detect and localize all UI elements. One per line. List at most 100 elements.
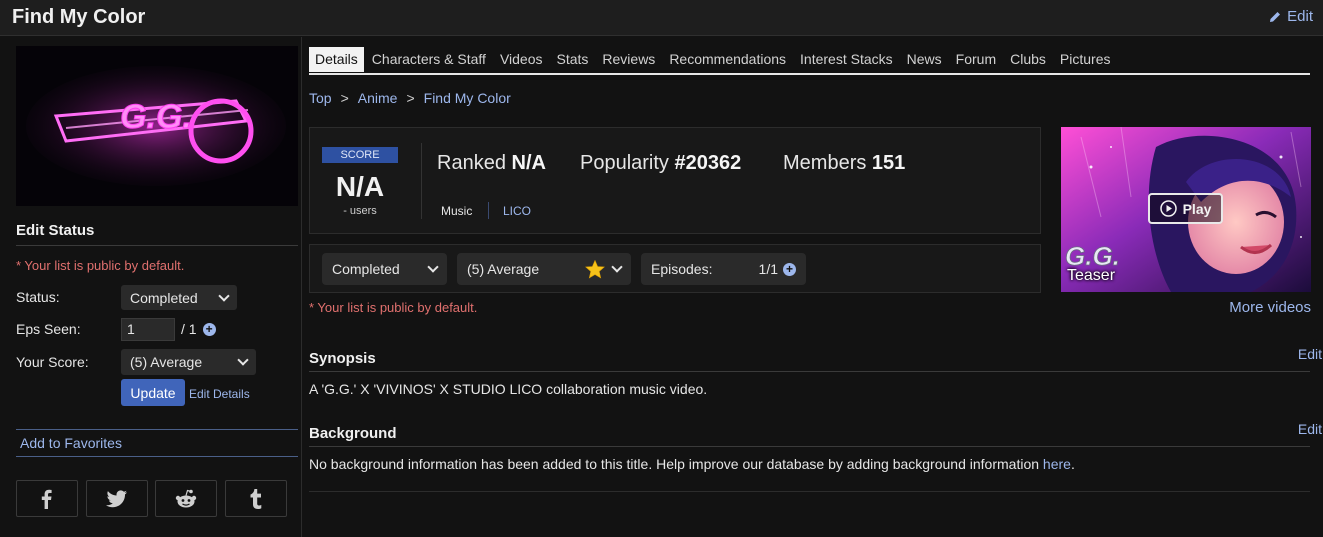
play-button[interactable]: Play <box>1148 193 1223 224</box>
tab-interest-stacks[interactable]: Interest Stacks <box>794 47 899 72</box>
type-music: Music <box>441 204 473 218</box>
chevron-down-icon <box>427 261 439 273</box>
play-icon <box>1159 200 1177 217</box>
divider <box>309 491 1310 492</box>
status-dropdown[interactable]: Completed <box>322 253 447 285</box>
title-bar: Find My Color Edit <box>0 0 1323 36</box>
reddit-icon <box>175 489 197 507</box>
members-value: 151 <box>871 152 906 174</box>
chevron-down-icon <box>611 261 623 273</box>
video-caption: Teaser <box>1067 267 1116 284</box>
edit-status-heading: Edit Status <box>16 222 298 246</box>
edit-background-link[interactable]: Edit <box>1298 421 1322 437</box>
add-to-favorites-link[interactable]: Add to Favorites <box>16 429 298 457</box>
increment-episode-icon[interactable]: + <box>783 262 796 276</box>
eps-total-value: / 1 <box>181 321 197 337</box>
reddit-share-button[interactable] <box>155 480 217 517</box>
meta-divider <box>488 202 489 219</box>
chevron-down-icon <box>237 354 249 366</box>
add-background-link[interactable]: here <box>1043 456 1071 472</box>
public-list-note-main: * Your list is public by default. <box>309 300 478 315</box>
play-label: Play <box>1182 200 1212 217</box>
eps-seen-label: Eps Seen: <box>16 321 81 337</box>
video-thumbnail[interactable]: G.G. Play Teaser <box>1061 127 1311 292</box>
edit-title-label: Edit <box>1287 8 1313 25</box>
status-select-value: Completed <box>130 289 198 306</box>
left-sidebar: G.G. Edit Status * Your list is public b… <box>0 37 302 537</box>
members-label: Members <box>783 152 867 174</box>
score-users: - users <box>343 205 377 217</box>
tab-forum[interactable]: Forum <box>950 47 1002 72</box>
tab-stats[interactable]: Stats <box>551 47 595 72</box>
breadcrumb-top[interactable]: Top <box>309 90 332 106</box>
tab-details[interactable]: Details <box>309 47 364 72</box>
breadcrumb-current[interactable]: Find My Color <box>424 90 511 106</box>
tab-videos[interactable]: Videos <box>494 47 549 72</box>
status-label: Status: <box>16 289 60 305</box>
tab-characters-staff[interactable]: Characters & Staff <box>366 47 492 72</box>
chevron-down-icon <box>218 289 230 302</box>
tab-clubs[interactable]: Clubs <box>1004 47 1052 72</box>
facebook-icon <box>41 489 52 509</box>
score-badge: SCORE <box>322 147 398 163</box>
background-heading-label: Background <box>309 425 397 442</box>
breadcrumb-separator: > <box>340 90 349 106</box>
episodes-value: 1/1 <box>758 261 778 277</box>
status-select[interactable]: Completed <box>121 285 237 310</box>
update-button[interactable]: Update <box>121 379 185 406</box>
twitter-share-button[interactable] <box>86 480 148 517</box>
synopsis-heading-label: Synopsis <box>309 350 376 367</box>
tab-recommendations[interactable]: Recommendations <box>663 47 792 72</box>
background-heading: Background <box>309 425 1310 447</box>
tab-reviews[interactable]: Reviews <box>596 47 661 72</box>
detail-tabs: Details Characters & Staff Videos Stats … <box>309 47 1310 75</box>
score-select[interactable]: (5) Average <box>121 349 256 375</box>
edit-title-link[interactable]: Edit <box>1268 8 1313 25</box>
ranked-value: N/A <box>511 152 546 174</box>
background-text-body: No background information has been added… <box>309 456 1043 472</box>
edit-details-link[interactable]: Edit Details <box>189 387 250 401</box>
divider <box>421 143 422 219</box>
synopsis-text: A 'G.G.' X 'VIVINOS' X STUDIO LICO colla… <box>309 381 708 397</box>
page-title: Find My Color <box>12 6 146 28</box>
popularity-label: Popularity <box>580 152 669 174</box>
score-dropdown-value: (5) Average <box>467 261 540 277</box>
svg-text:G.G.: G.G. <box>120 98 192 136</box>
twitter-icon <box>106 489 127 507</box>
eps-seen-input[interactable]: 1 <box>121 318 175 341</box>
more-videos-link[interactable]: More videos <box>1229 299 1311 316</box>
tab-pictures[interactable]: Pictures <box>1054 47 1117 72</box>
facebook-share-button[interactable] <box>16 480 78 517</box>
public-list-note: * Your list is public by default. <box>16 258 185 273</box>
cover-image[interactable]: G.G. <box>16 46 298 206</box>
breadcrumb-separator: > <box>406 90 415 106</box>
popularity-stat: Popularity #20362 <box>580 152 741 175</box>
status-dropdown-value: Completed <box>332 261 400 277</box>
tumblr-share-button[interactable] <box>225 480 287 517</box>
score-panel: SCORE N/A - users Ranked N/A Popularity … <box>309 127 1041 234</box>
your-score-label: Your Score: <box>16 354 89 370</box>
background-text-suffix: . <box>1070 456 1075 472</box>
score-dropdown[interactable]: (5) Average <box>457 253 631 285</box>
popularity-value: #20362 <box>674 152 742 174</box>
episodes-counter: Episodes: 1/1 + <box>641 253 806 285</box>
score-select-value: (5) Average <box>130 354 203 370</box>
score-value: N/A <box>335 171 385 202</box>
background-text: No background information has been added… <box>309 456 1075 472</box>
episodes-label: Episodes: <box>651 261 713 277</box>
ranked-label: Ranked <box>437 152 506 174</box>
tumblr-icon <box>250 488 262 509</box>
breadcrumb: Top > Anime > Find My Color <box>309 90 511 106</box>
edit-synopsis-link[interactable]: Edit <box>1298 346 1322 362</box>
eps-total: / 1 + <box>181 321 216 337</box>
members-stat: Members 151 <box>783 152 905 175</box>
ranked-stat: Ranked N/A <box>437 152 546 175</box>
synopsis-heading: Synopsis <box>309 350 1310 372</box>
studio-link[interactable]: LICO <box>503 204 531 218</box>
pencil-icon <box>1270 11 1281 22</box>
breadcrumb-anime[interactable]: Anime <box>358 90 398 106</box>
list-status-bar: Completed (5) Average Episodes: 1/1 + <box>309 244 1041 293</box>
star-icon <box>585 259 605 279</box>
tab-news[interactable]: News <box>901 47 948 72</box>
increment-episode-icon[interactable]: + <box>202 322 216 336</box>
